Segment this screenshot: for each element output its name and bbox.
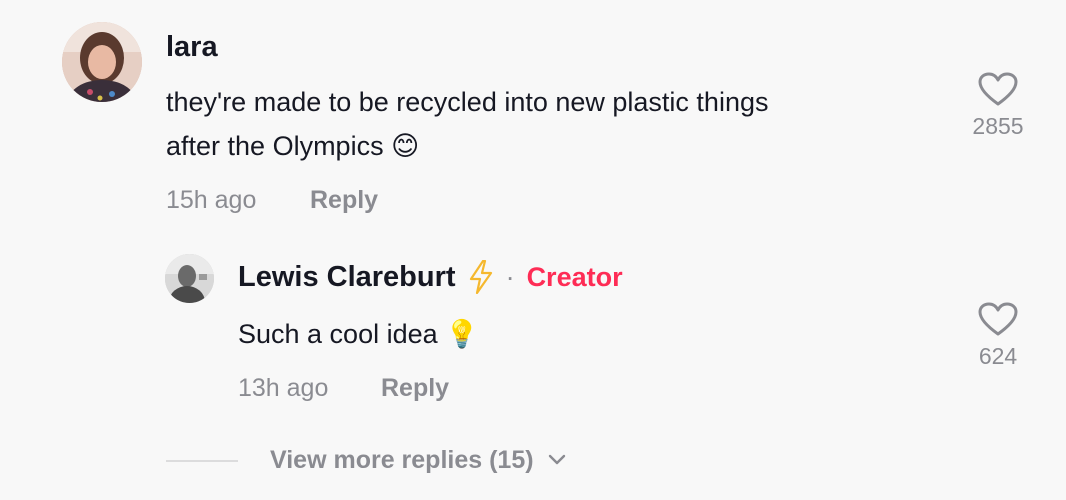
comment-like-count: 2855 (972, 113, 1024, 139)
commenter-username[interactable]: lara (166, 30, 218, 64)
comment-like-button[interactable] (978, 72, 1018, 113)
reply-text-content: Such a cool idea (238, 319, 438, 349)
comment-timestamp: 15h ago (166, 186, 257, 214)
comment-text: they're made to be recycled into new pla… (166, 80, 906, 168)
heart-icon (978, 72, 1018, 106)
comment-reply-button[interactable]: Reply (310, 185, 378, 215)
profile-photo-icon (62, 22, 142, 102)
reply-text: Such a cool idea 💡 (238, 312, 479, 356)
reply-reply-button[interactable]: Reply (381, 373, 449, 403)
view-more-replies-label: View more replies (15) (270, 446, 534, 474)
view-more-replies-button[interactable]: View more replies (15) (270, 445, 566, 475)
smiling-face-emoji: 😊 (391, 131, 420, 161)
commenter-avatar[interactable] (62, 22, 142, 102)
comment-text-line-1: they're made to be recycled into new pla… (166, 87, 769, 117)
creator-badge: Creator (526, 262, 623, 292)
separator-dot: · (505, 262, 515, 292)
reply-timestamp: 13h ago (238, 374, 329, 402)
reply-header: Lewis Clareburt · Creator (238, 259, 623, 295)
reply-username[interactable]: Lewis Clareburt (238, 260, 456, 294)
light-bulb-emoji: 💡 (445, 319, 479, 349)
comment-text-line-2: after the Olympics 😊 (166, 124, 906, 168)
divider-line (166, 460, 238, 462)
reply-avatar[interactable] (165, 254, 214, 303)
profile-photo-icon (165, 254, 214, 303)
comment-text-line-2-text: after the Olympics (166, 131, 384, 161)
reply-like-button[interactable] (978, 302, 1018, 343)
reply-like-count: 624 (978, 343, 1018, 369)
lightning-bolt-icon (468, 259, 494, 295)
chevron-down-icon (548, 454, 565, 465)
heart-icon (978, 302, 1018, 336)
